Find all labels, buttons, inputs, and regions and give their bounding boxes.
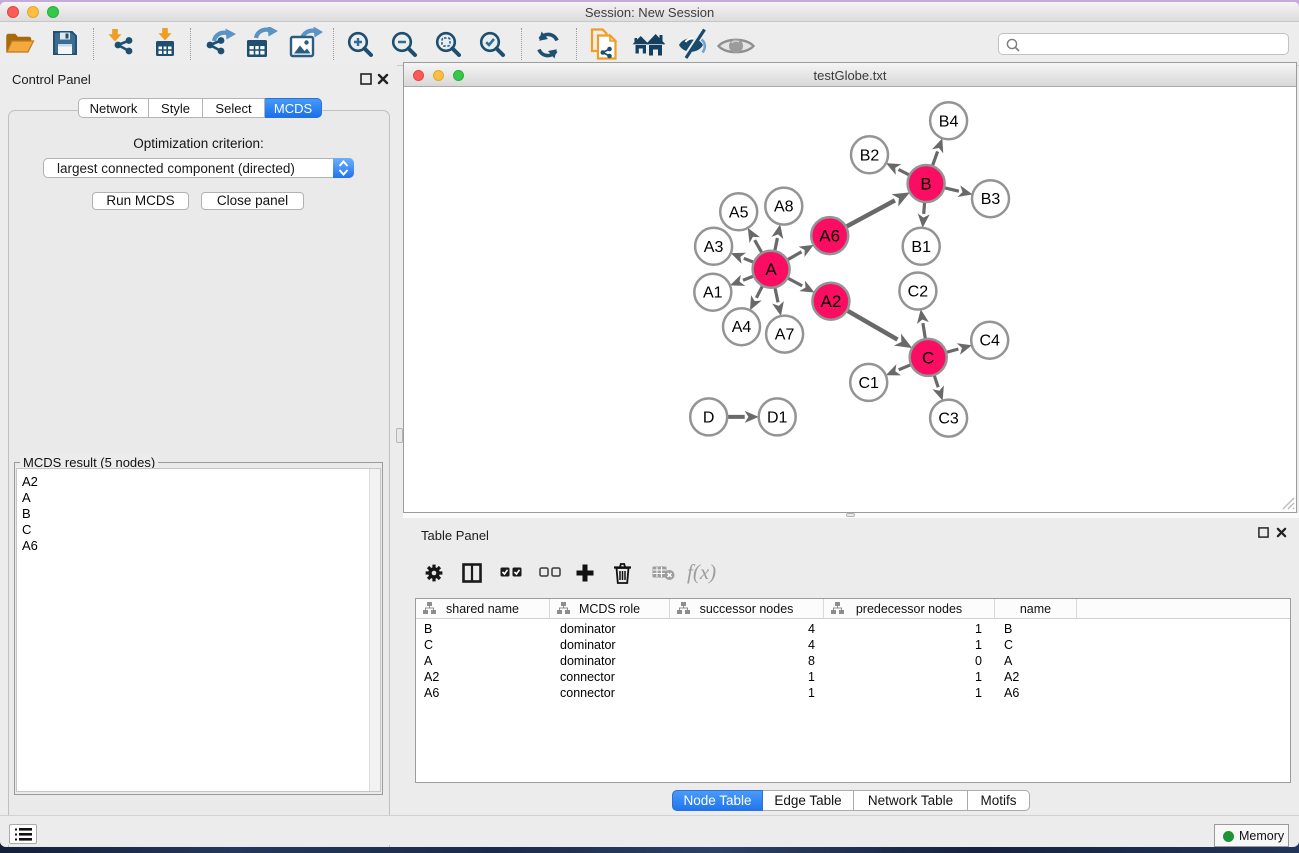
svg-text:A6: A6	[819, 227, 840, 246]
svg-text:C1: C1	[858, 375, 879, 392]
svg-text:B1: B1	[911, 239, 931, 256]
svg-text:D: D	[703, 409, 715, 426]
svg-text:A: A	[765, 260, 777, 279]
svg-text:A8: A8	[774, 199, 794, 216]
svg-text:A3: A3	[704, 239, 724, 256]
svg-text:A5: A5	[729, 204, 749, 221]
svg-text:A2: A2	[821, 292, 842, 311]
svg-text:C: C	[922, 348, 934, 367]
svg-text:A7: A7	[775, 327, 795, 344]
svg-text:A1: A1	[703, 285, 723, 302]
svg-text:C4: C4	[979, 333, 1000, 350]
svg-text:D1: D1	[767, 409, 788, 426]
svg-text:B2: B2	[860, 147, 880, 164]
svg-text:B: B	[920, 175, 931, 194]
svg-text:A4: A4	[732, 319, 752, 336]
svg-text:B3: B3	[981, 191, 1001, 208]
svg-text:B4: B4	[939, 113, 959, 130]
svg-text:C2: C2	[908, 284, 929, 301]
svg-text:C3: C3	[938, 411, 959, 428]
